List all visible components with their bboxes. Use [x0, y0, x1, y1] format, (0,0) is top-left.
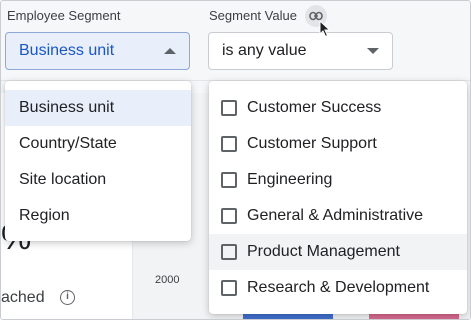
- segment-option-site-location[interactable]: Site location: [5, 162, 191, 198]
- employee-segment-value: Business unit: [19, 42, 115, 59]
- segment-option-business-unit[interactable]: Business unit: [5, 90, 191, 126]
- checkbox[interactable]: [221, 136, 237, 152]
- app-frame: % ached i 2000 Employee Segment Segment …: [0, 0, 471, 320]
- value-option-research-development[interactable]: Research & Development: [209, 270, 467, 306]
- value-option-product-management[interactable]: Product Management: [209, 234, 467, 270]
- value-option-general-administrative[interactable]: General & Administrative: [209, 198, 467, 234]
- info-icon[interactable]: i: [60, 290, 75, 305]
- checkbox[interactable]: [221, 244, 237, 260]
- chart-bar-blue: [243, 313, 333, 319]
- value-option-engineering[interactable]: Engineering: [209, 162, 467, 198]
- employee-segment-label: Employee Segment: [7, 8, 121, 23]
- segment-value-select[interactable]: is any value: [208, 32, 393, 70]
- segment-option-region[interactable]: Region: [5, 198, 191, 234]
- mouse-pointer-icon: [319, 20, 331, 38]
- value-option-customer-support[interactable]: Customer Support: [209, 126, 467, 162]
- segment-value-menu: Customer Success Customer Support Engine…: [209, 81, 467, 314]
- segment-value-label: Segment Value: [209, 8, 297, 23]
- segment-value-text: is any value: [222, 42, 307, 59]
- chart-axis-tick: 2000: [155, 274, 180, 286]
- chevron-down-icon: [367, 48, 379, 54]
- segment-option-country-state[interactable]: Country/State: [5, 126, 191, 162]
- checkbox[interactable]: [221, 100, 237, 116]
- checkbox[interactable]: [221, 208, 237, 224]
- chart-bar-pink: [369, 313, 459, 319]
- employee-segment-select[interactable]: Business unit: [5, 32, 190, 70]
- checkbox[interactable]: [221, 280, 237, 296]
- employee-segment-menu: Business unit Country/State Site locatio…: [5, 81, 191, 241]
- metric-reached-label: ached: [1, 289, 45, 306]
- chevron-up-icon: [164, 48, 176, 54]
- value-option-customer-success[interactable]: Customer Success: [209, 90, 467, 126]
- checkbox[interactable]: [221, 172, 237, 188]
